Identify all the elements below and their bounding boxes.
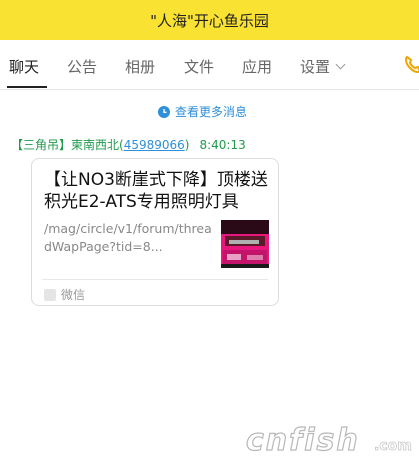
tab-album[interactable]: 相册 [125,56,155,77]
tab-settings[interactable]: 设置 [300,56,346,77]
shared-link-card[interactable]: 【让NO3断崖式下降】顶楼送积光E2-ATS专用照明灯具 /mag/circle… [31,158,279,306]
tab-files[interactable]: 文件 [184,56,214,77]
title-bar: "人海"开心鱼乐园 [0,0,419,40]
tab-apps[interactable]: 应用 [242,56,272,77]
card-source-label: 微信 [61,288,86,302]
sender-id-link[interactable]: 45989066 [124,138,185,152]
card-thumbnail [221,220,269,268]
window-title: "人海"开心鱼乐园 [150,11,269,30]
phone-icon[interactable] [404,55,419,75]
active-tab-indicator [7,86,47,88]
card-divider [42,279,268,280]
card-description: /mag/circle/v1/forum/threadWapPage?tid=8… [44,221,212,254]
message-time: 8:40:13 [199,138,246,152]
watermark-logo: cnfish .com [246,422,412,458]
view-more-messages-link[interactable]: 查看更多消息 [158,103,247,120]
watermark-text: cnfish [246,423,360,458]
tab-settings-label: 设置 [300,58,331,76]
message-sender-line: 【三角吊】柬南西北(45989066) 8:40:13 [11,138,246,152]
card-source: 微信 [44,286,85,303]
view-more-messages-label: 查看更多消息 [175,105,248,119]
tab-chat[interactable]: 聊天 [9,56,39,77]
tab-bar: 聊天 公告 相册 文件 应用 设置 [0,40,419,90]
svg-text:.com: .com [374,438,412,454]
tab-announcements[interactable]: 公告 [67,56,97,77]
wechat-icon [44,288,56,301]
chevron-down-icon [335,59,346,70]
card-title: 【让NO3断崖式下降】顶楼送积光E2-ATS专用照明灯具 [44,170,268,212]
sender-name: 【三角吊】柬南西北 [11,138,120,152]
clock-icon [158,105,170,118]
